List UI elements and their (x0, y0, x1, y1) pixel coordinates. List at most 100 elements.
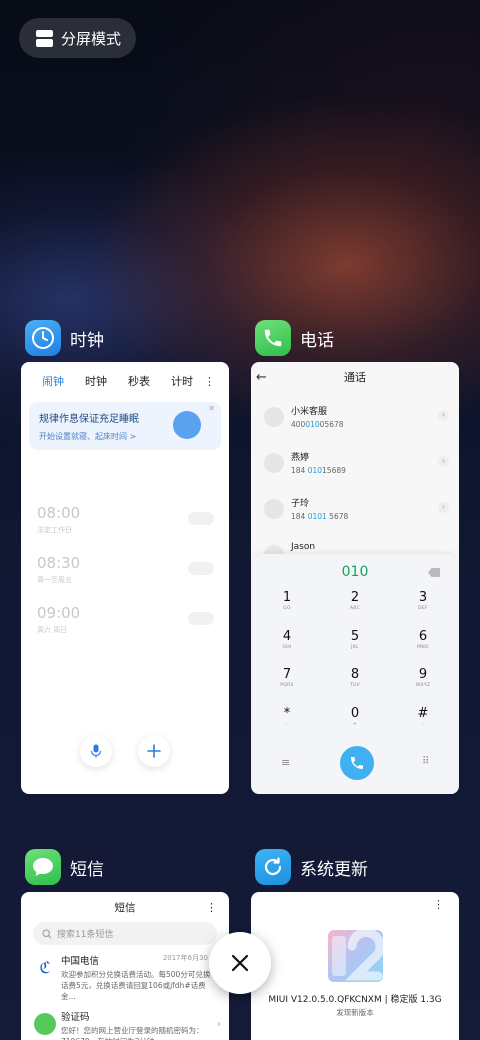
contact-number: 184 01015689 (291, 466, 459, 475)
phone-app-icon (255, 320, 291, 356)
contact-detail-icon[interactable]: › (438, 502, 449, 513)
dial-key[interactable]: 2 ABC (321, 590, 389, 629)
app-header-phone[interactable]: 电话 (255, 320, 334, 356)
dial-key-letters: GHI (282, 644, 292, 650)
sms-app-icon (25, 849, 61, 885)
message-item[interactable]: ℭ 中国电信 2017年6月30 欢迎参加积分兑换话费活动。每500分可兑换话费… (21, 953, 229, 1009)
number-suffix: 05678 (319, 420, 344, 429)
tab-stopwatch[interactable]: 秒表 (128, 373, 150, 389)
sleep-banner[interactable]: 规律作息保证充足睡眠 开始设置就寝、起床时间 > ✕ (29, 402, 221, 450)
clock-app-icon (25, 320, 61, 356)
dial-key-letters: , (286, 721, 288, 727)
dial-key-letters: GO (283, 606, 291, 611)
dial-key-digit: 3 (418, 590, 428, 605)
message-item[interactable]: 验证码 您好！您的网上营业厅登录的随机密码为：710679，有效时间为3分钟 › (21, 1009, 229, 1040)
sms-app-name: 短信 (70, 859, 104, 880)
clock-tabs: 闹钟 时钟 秒表 计时 ⋮ (21, 362, 229, 390)
app-header-sms[interactable]: 短信 (25, 849, 104, 885)
contact-row[interactable]: 小米客服 40001005678 › (251, 392, 459, 438)
phone-title: 通话 (344, 371, 366, 384)
contact-name: 小米客服 (291, 407, 328, 417)
microphone-icon (90, 744, 102, 758)
number-prefix: 400 (291, 420, 306, 429)
alarm-repeat: 法定工作日 (37, 526, 72, 534)
call-button[interactable] (340, 746, 374, 780)
contact-detail-icon[interactable]: › (438, 410, 449, 421)
split-screen-button[interactable]: 分屏模式 (19, 18, 136, 58)
dial-key-letters: ; (422, 721, 424, 727)
contact-avatar-icon (264, 453, 284, 473)
dialpad-actions: ≡ ⠿ (253, 746, 457, 784)
contact-row[interactable]: 子玲 184 0101 5678 › (251, 484, 459, 530)
dial-key[interactable]: 1 GO (253, 590, 321, 629)
close-icon[interactable]: ✕ (208, 404, 215, 413)
phone-call-icon (351, 757, 363, 769)
dial-key[interactable]: *, (253, 706, 321, 745)
dialpad-toggle-icon[interactable]: ⠿ (422, 756, 429, 767)
alarm-row[interactable]: 09:00 周六 周日 (21, 604, 229, 654)
dial-key[interactable]: 4 GHI (253, 629, 321, 668)
contact-number: 184 0101 5678 (291, 512, 459, 521)
china-telecom-icon: ℭ (34, 957, 56, 979)
contact-avatar-icon (264, 407, 284, 427)
message-preview: 欢迎参加积分兑换话费活动。每500分可兑换话费5元，兑换话费请回复106或jfd… (61, 970, 211, 1001)
app-header-clock[interactable]: 时钟 (25, 320, 104, 356)
verification-code-icon (34, 1013, 56, 1035)
dial-key[interactable]: 6 MNO (389, 629, 457, 668)
more-options-icon[interactable]: ⋮ (204, 375, 215, 388)
miui-12-logo (328, 928, 385, 982)
alarm-time: 08:30 (37, 554, 81, 572)
contact-list: 小米客服 40001005678 › 燕婷 184 01015689 › 子玲 184 010… (251, 392, 459, 576)
alarm-toggle[interactable] (188, 562, 214, 575)
moon-icon (173, 411, 201, 439)
tab-alarm[interactable]: 闹钟 (42, 373, 64, 389)
alarm-toggle[interactable] (188, 612, 214, 625)
dial-key-letters: + (352, 721, 358, 727)
dial-key-digit: # (417, 705, 429, 721)
tab-timer[interactable]: 计时 (171, 373, 193, 389)
add-alarm-button[interactable] (138, 735, 170, 767)
alarm-time: 09:00 (37, 604, 81, 622)
dial-key[interactable]: 8 TUV (321, 667, 389, 706)
app-header-update[interactable]: 系统更新 (255, 849, 368, 885)
phone-app-card[interactable]: ← 通话 小米客服 40001005678 › 燕婷 184 01015689 › 子玲 18… (251, 362, 459, 794)
dial-key-letters: DEF (418, 606, 428, 611)
dial-key[interactable]: 7 PQRS (253, 667, 321, 706)
search-icon (42, 928, 52, 938)
more-options-icon[interactable]: ⋮ (433, 898, 444, 911)
alarm-toggle[interactable] (188, 512, 214, 525)
menu-icon[interactable]: ≡ (281, 756, 290, 769)
chevron-right-icon: › (217, 1019, 221, 1030)
contact-avatar-icon (264, 499, 284, 519)
clear-all-button[interactable] (209, 932, 271, 994)
alarm-time: 08:00 (37, 504, 81, 522)
sms-header: 短信 ⋮ (21, 892, 229, 922)
alarm-row[interactable]: 08:00 法定工作日 (21, 504, 229, 554)
dial-key-digit: 5 (350, 628, 360, 644)
dial-key-letters: WXYZ (415, 683, 431, 688)
voice-alarm-button[interactable] (80, 735, 112, 767)
more-options-icon[interactable]: ⋮ (206, 901, 217, 914)
contact-row[interactable]: 燕婷 184 01015689 › (251, 438, 459, 484)
clock-app-card[interactable]: 闹钟 时钟 秒表 计时 ⋮ 规律作息保证充足睡眠 开始设置就寝、起床时间 > ✕… (21, 362, 229, 794)
dial-key[interactable]: 5 JKL (321, 629, 389, 668)
dial-key[interactable]: 9 WXYZ (389, 667, 457, 706)
dialpad: 010 1 GO 2 ABC 3 DEF 4 GHI 5 JKL 6 MNO 7 PQRS 8 TUV 9 WXY… (253, 554, 457, 794)
dial-key[interactable]: 0 + (321, 706, 389, 745)
dial-key-letters: JKL (351, 644, 359, 650)
update-app-card[interactable]: ⋮ MIUI V12.0.5.0.QFKCNXM | 稳定版 1.3G 发现新版… (251, 892, 459, 1040)
back-arrow-icon[interactable]: ← (256, 370, 267, 385)
contact-detail-icon[interactable]: › (438, 456, 449, 467)
sms-search-input[interactable]: 搜索11条短信 (33, 922, 217, 945)
phone-header: ← 通话 (251, 362, 459, 392)
dial-key[interactable]: #; (389, 706, 457, 745)
dial-key[interactable]: 3 DEF (389, 590, 457, 629)
contact-name: 燕婷 (291, 453, 310, 463)
alarm-row[interactable]: 08:30 周一至周五 (21, 554, 229, 604)
dial-key-digit: 2 (350, 590, 360, 605)
phone-app-name: 电话 (300, 330, 334, 351)
sms-app-card[interactable]: 短信 ⋮ 搜索11条短信 ℭ 中国电信 2017年6月30 欢迎参加积分兑换话费… (21, 892, 229, 1040)
dial-key-letters: MNO (417, 644, 429, 650)
tab-clock[interactable]: 时钟 (85, 373, 107, 389)
clock-app-name: 时钟 (70, 330, 104, 351)
